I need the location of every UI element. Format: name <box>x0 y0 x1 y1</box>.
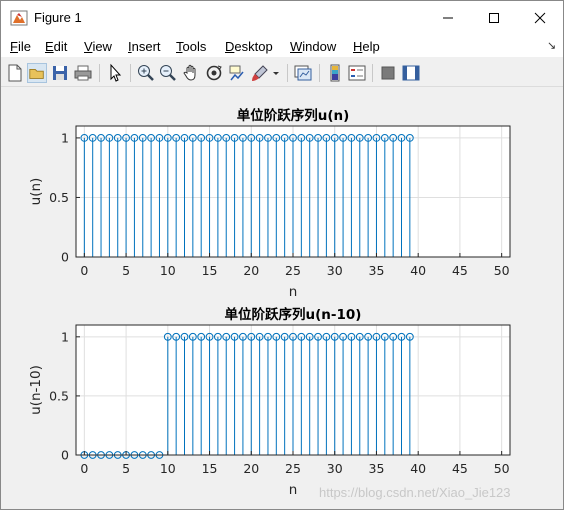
y-tick-label: 0 <box>61 250 69 265</box>
insert-legend-icon[interactable] <box>347 63 367 83</box>
x-tick-label: 30 <box>327 461 343 476</box>
data-cursor-icon[interactable] <box>227 63 247 83</box>
x-tick-label: 0 <box>80 263 88 278</box>
matlab-figure-icon <box>10 10 28 26</box>
figure-toolbar <box>1 59 563 87</box>
title-bar[interactable]: Figure 1 <box>1 1 563 35</box>
menu-help-rest: elp <box>362 39 380 54</box>
axes-title: 单位阶跃序列u(n-10) <box>225 306 362 323</box>
x-tick-label: 5 <box>122 461 130 476</box>
maximize-button[interactable] <box>471 1 517 35</box>
x-tick-label: 50 <box>494 263 510 278</box>
y-axis-label: u(n-10) <box>28 365 44 415</box>
menu-desktop-rest: esktop <box>234 39 273 54</box>
x-tick-label: 45 <box>452 263 468 278</box>
watermark-text: https://blog.csdn.net/Xiao_Jie123 <box>319 485 511 500</box>
x-axis-label: n <box>289 482 298 498</box>
menu-file-mnemonic: F <box>10 39 18 54</box>
y-tick-label: 1 <box>61 130 69 145</box>
toolbar-separator <box>319 64 320 82</box>
show-plot-tools-icon[interactable] <box>401 63 421 83</box>
hide-plot-tools-icon[interactable] <box>378 63 398 83</box>
x-tick-label: 45 <box>452 461 468 476</box>
save-icon[interactable] <box>50 63 70 83</box>
menu-window-rest: indow <box>302 39 337 54</box>
x-tick-label: 30 <box>327 263 343 278</box>
menu-file-rest: ile <box>17 39 31 54</box>
y-tick-label: 0.5 <box>49 388 69 403</box>
toolbar-separator <box>372 64 373 82</box>
y-tick-label: 0.5 <box>49 190 69 205</box>
menu-edit[interactable]: Edit <box>45 39 67 54</box>
insert-colorbar-icon[interactable] <box>325 63 345 83</box>
open-file-icon[interactable] <box>27 63 47 83</box>
menu-help[interactable]: Help <box>353 39 380 54</box>
menu-window-mnemonic: W <box>290 39 303 54</box>
figure-canvas: 0 5 10 15 20 25 30 35 40 45 50 0 0.5 1 单位阶跃序列u(n) n u(n)… <box>1 88 563 509</box>
figure-plot-svg: 0 5 10 15 20 25 30 35 40 45 5000.51单位阶跃序列u(n)nu(n)… <box>28 107 511 498</box>
x-tick-label: 25 <box>285 263 301 278</box>
x-tick-label: 20 <box>243 461 259 476</box>
x-tick-label: 50 <box>494 461 510 476</box>
menu-edit-rest: dit <box>53 39 68 54</box>
menu-edit-mnemonic: E <box>45 39 54 54</box>
figure-window: Figure 1 File Edit View Insert Tools Des… <box>0 0 564 510</box>
pointer-icon[interactable] <box>105 63 125 83</box>
x-axis-label: n <box>289 284 298 300</box>
new-figure-icon[interactable] <box>5 63 25 83</box>
x-tick-label: 15 <box>202 461 218 476</box>
close-icon <box>534 12 546 24</box>
x-tick-label: 10 <box>160 263 176 278</box>
menu-file[interactable]: File <box>10 39 31 54</box>
zoom-in-icon[interactable] <box>136 63 156 83</box>
menu-desktop[interactable]: Desktop <box>225 39 273 54</box>
x-tick-label: 25 <box>285 461 301 476</box>
x-tick-label: 5 <box>122 263 130 278</box>
x-tick-label: 40 <box>410 461 426 476</box>
menu-desktop-mnemonic: D <box>225 39 235 54</box>
print-icon[interactable] <box>73 63 93 83</box>
pan-icon[interactable] <box>181 63 201 83</box>
menu-window[interactable]: Window <box>290 39 336 54</box>
x-tick-label: 40 <box>410 263 426 278</box>
menu-bar: File Edit View Insert Tools Desktop Wind… <box>1 35 563 57</box>
menu-view-rest: iew <box>92 39 112 54</box>
link-plot-icon[interactable] <box>293 63 313 83</box>
x-tick-label: 20 <box>243 263 259 278</box>
toolbar-separator <box>130 64 131 82</box>
menu-view[interactable]: View <box>84 39 112 54</box>
brush-icon[interactable] <box>250 63 270 83</box>
y-tick-label: 1 <box>61 329 69 344</box>
menu-insert-rest: nsert <box>131 39 161 54</box>
menu-help-mnemonic: H <box>353 39 363 54</box>
menu-tools-rest: ools <box>182 39 207 54</box>
zoom-out-icon[interactable] <box>158 63 178 83</box>
x-tick-label: 15 <box>202 263 218 278</box>
brush-dropdown-icon[interactable] <box>271 63 281 83</box>
x-tick-label: 0 <box>80 461 88 476</box>
toolbar-separator <box>99 64 100 82</box>
x-tick-label: 35 <box>369 461 385 476</box>
axes-title: 单位阶跃序列u(n) <box>237 107 350 124</box>
close-button[interactable] <box>517 1 563 35</box>
menu-insert[interactable]: Insert <box>128 39 161 54</box>
menu-tools[interactable]: Tools <box>176 39 206 54</box>
toolbar-separator <box>287 64 288 82</box>
y-axis-label: u(n) <box>28 178 44 206</box>
x-tick-label: 10 <box>160 461 176 476</box>
minimize-button[interactable] <box>425 1 471 35</box>
maximize-icon <box>489 13 499 23</box>
y-tick-label: 0 <box>61 448 69 463</box>
minimize-icon <box>443 17 453 19</box>
window-title: Figure 1 <box>34 10 82 25</box>
x-tick-label: 35 <box>369 263 385 278</box>
dock-arrow-icon[interactable]: ↘ <box>547 39 556 52</box>
rotate-3d-icon[interactable] <box>204 63 224 83</box>
